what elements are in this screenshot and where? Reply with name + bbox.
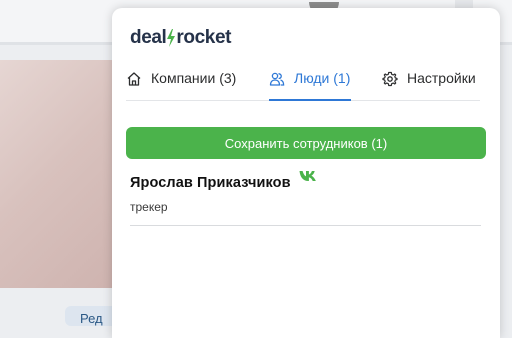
people-icon — [269, 72, 285, 86]
person-list-item: Ярослав Приказчиков трекер — [130, 171, 482, 214]
active-tab-indicator — [269, 99, 351, 101]
tab-people[interactable]: Люди (1) — [269, 70, 350, 98]
tab-people-label: Люди (1) — [294, 70, 351, 86]
logo-text-rocket: rocket — [176, 27, 232, 48]
tab-bar: Компании (3) Люди (1) Настройки — [126, 66, 480, 101]
person-divider — [130, 225, 481, 226]
person-name: Ярослав Приказчиков — [130, 175, 291, 191]
dealrocket-popup: deal rocket Компании (3) Люди (1) Настро… — [112, 8, 500, 338]
dealrocket-logo: deal rocket — [130, 27, 231, 49]
tab-settings[interactable]: Настройки — [382, 70, 476, 98]
gear-icon — [382, 71, 398, 87]
save-employees-button[interactable]: Сохранить сотрудников (1) — [126, 127, 486, 159]
background-menu-stub — [455, 0, 473, 8]
logo-text-deal: deal — [130, 27, 167, 48]
bolt-icon — [167, 29, 176, 47]
tab-companies[interactable]: Компании (3) — [126, 70, 236, 98]
person-name-row: Ярослав Приказчиков — [130, 171, 482, 192]
vk-icon[interactable] — [299, 170, 317, 182]
background-edit-button-label: Ред — [80, 311, 103, 326]
tab-settings-label: Настройки — [407, 70, 476, 86]
person-role: трекер — [130, 200, 168, 214]
home-icon — [127, 72, 141, 86]
tab-companies-label: Компании (3) — [151, 70, 237, 86]
